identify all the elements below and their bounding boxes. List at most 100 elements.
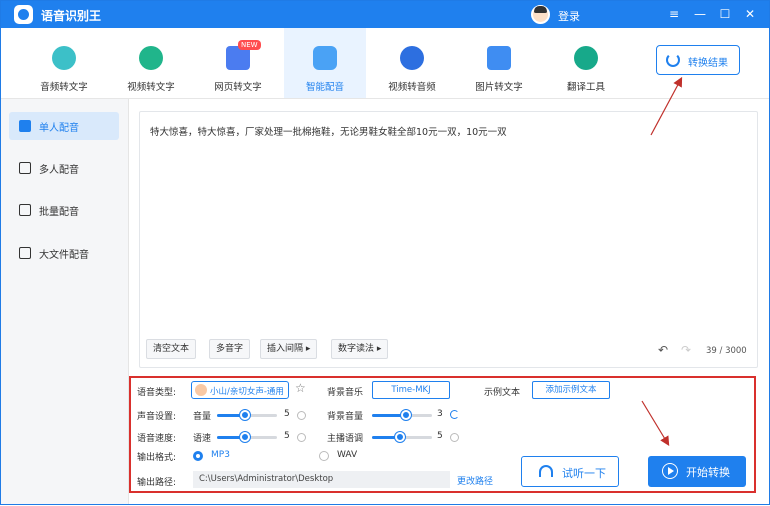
tab-audio-to-text[interactable]: 音频转文字 bbox=[23, 28, 105, 98]
mp3-label: MP3 bbox=[211, 450, 230, 460]
translate-icon bbox=[574, 46, 598, 70]
volume-label: 音量 bbox=[193, 412, 212, 422]
editor-text[interactable]: 特大惊喜，特大惊喜，厂家处理一批棉拖鞋，无论男鞋女鞋全部10元一双，10元一双 bbox=[150, 124, 750, 138]
tone-slider[interactable] bbox=[372, 432, 432, 442]
text-editor[interactable]: 特大惊喜，特大惊喜，厂家处理一批棉拖鞋，无论男鞋女鞋全部10元一双，10元一双 … bbox=[139, 111, 758, 368]
app-title: 语音识别王 bbox=[41, 9, 102, 23]
app-window: 语音识别王 登录 ≡ — ☐ ✕ 音频转文字 视频转文字 NEW 网页转文字 智… bbox=[0, 0, 770, 505]
multi-voice-icon bbox=[19, 162, 31, 174]
close-button[interactable]: ✕ bbox=[740, 4, 760, 24]
microphone-icon bbox=[313, 46, 337, 70]
sidebar-item-large-file[interactable]: 大文件配音 bbox=[9, 239, 119, 267]
bg-volume-value: 3 bbox=[437, 409, 443, 419]
tab-translate[interactable]: 翻译工具 bbox=[545, 28, 627, 98]
rate-slider[interactable] bbox=[217, 432, 277, 442]
sidebar-item-single-voice[interactable]: 单人配音 bbox=[9, 112, 119, 140]
output-path-field[interactable]: C:\Users\Administrator\Desktop bbox=[193, 471, 450, 488]
sidebar: 单人配音 多人配音 批量配音 大文件配音 bbox=[1, 99, 129, 504]
tone-value: 5 bbox=[437, 431, 443, 441]
title-bar: 语音识别王 登录 ≡ — ☐ ✕ bbox=[1, 1, 769, 28]
bg-music-select[interactable]: Time-MKJ bbox=[372, 381, 450, 399]
conversion-results-button[interactable]: 转换结果 bbox=[656, 45, 740, 75]
listen-button-label: 试听一下 bbox=[562, 467, 606, 480]
sidebar-item-multi-voice[interactable]: 多人配音 bbox=[9, 154, 119, 182]
speed-label: 语音速度: bbox=[137, 434, 177, 444]
refresh-icon[interactable] bbox=[450, 410, 459, 419]
tab-label: 翻译工具 bbox=[566, 82, 605, 93]
sidebar-item-label: 单人配音 bbox=[39, 123, 79, 134]
audio-wave-icon bbox=[52, 46, 76, 70]
mp3-radio[interactable] bbox=[193, 451, 203, 461]
rate-value: 5 bbox=[284, 431, 290, 441]
volume-value: 5 bbox=[284, 409, 290, 419]
tab-label: 智能配音 bbox=[305, 82, 344, 93]
sound-settings-label: 声音设置: bbox=[137, 412, 177, 422]
sidebar-item-label: 多人配音 bbox=[39, 165, 79, 176]
tab-label: 视频转文字 bbox=[127, 82, 175, 93]
slider-handle[interactable] bbox=[401, 410, 411, 420]
start-convert-button[interactable]: 开始转换 bbox=[648, 456, 746, 487]
sidebar-item-label: 大文件配音 bbox=[39, 250, 89, 261]
bg-music-label: 背景音乐 bbox=[327, 388, 364, 398]
char-counter: 39 / 3000 bbox=[706, 346, 747, 356]
tab-smart-dubbing[interactable]: 智能配音 bbox=[284, 28, 366, 98]
start-button-label: 开始转换 bbox=[686, 466, 730, 479]
video-audio-icon bbox=[400, 46, 424, 70]
maximize-button[interactable]: ☐ bbox=[715, 4, 735, 24]
tab-video-to-audio[interactable]: 视频转音频 bbox=[371, 28, 453, 98]
wav-radio[interactable] bbox=[319, 451, 329, 461]
clear-text-button[interactable]: 清空文本 bbox=[146, 339, 197, 359]
bg-volume-label: 背景音量 bbox=[327, 412, 364, 422]
login-link[interactable]: 登录 bbox=[558, 8, 580, 24]
bg-volume-slider[interactable] bbox=[372, 410, 432, 420]
redo-icon[interactable]: ↷ bbox=[681, 343, 691, 357]
app-logo-icon bbox=[14, 5, 33, 24]
number-reading-button[interactable]: 数字读法 ▸ bbox=[331, 339, 389, 359]
slider-handle[interactable] bbox=[240, 410, 250, 420]
preview-listen-button[interactable]: 试听一下 bbox=[521, 456, 619, 487]
tab-image-to-text[interactable]: 图片转文字 bbox=[458, 28, 540, 98]
voice-type-label: 语音类型: bbox=[137, 388, 177, 398]
image-icon bbox=[487, 46, 511, 70]
insert-pause-button[interactable]: 插入间隔 ▸ bbox=[260, 339, 318, 359]
tab-label: 网页转文字 bbox=[214, 82, 262, 93]
output-format-label: 输出格式: bbox=[137, 453, 177, 463]
sidebar-item-label: 批量配音 bbox=[39, 207, 79, 218]
voice-settings-panel: 语音类型: 小山/亲切女声-通用 ☆ 背景音乐 Time-MKJ 示例文本 添加… bbox=[129, 376, 756, 493]
voice-avatar bbox=[195, 384, 207, 396]
reset-icon[interactable] bbox=[297, 433, 306, 442]
reset-icon[interactable] bbox=[450, 433, 459, 442]
new-badge: NEW bbox=[238, 40, 261, 50]
minimize-button[interactable]: — bbox=[690, 4, 710, 24]
main-toolbar: 音频转文字 视频转文字 NEW 网页转文字 智能配音 视频转音频 图片转文字 翻… bbox=[1, 28, 769, 99]
favorite-star-icon[interactable]: ☆ bbox=[295, 381, 306, 395]
menu-icon[interactable]: ≡ bbox=[664, 4, 684, 24]
batch-voice-icon bbox=[19, 204, 31, 216]
sample-text-label: 示例文本 bbox=[484, 388, 521, 398]
folder-icon bbox=[19, 247, 31, 259]
slider-handle[interactable] bbox=[240, 432, 250, 442]
tab-label: 音频转文字 bbox=[40, 82, 88, 93]
undo-icon[interactable]: ↶ bbox=[658, 343, 668, 357]
user-avatar[interactable] bbox=[531, 5, 550, 24]
video-play-icon bbox=[139, 46, 163, 70]
reset-icon[interactable] bbox=[297, 411, 306, 420]
tab-label: 图片转文字 bbox=[475, 82, 523, 93]
headphones-icon bbox=[539, 465, 553, 477]
add-sample-text-button[interactable]: 添加示例文本 bbox=[532, 381, 610, 399]
voice-name: 小山/亲切女声-通用 bbox=[210, 387, 284, 397]
change-path-link[interactable]: 更改路径 bbox=[457, 474, 493, 487]
voice-select[interactable]: 小山/亲切女声-通用 bbox=[191, 381, 289, 399]
tab-video-to-text[interactable]: 视频转文字 bbox=[110, 28, 192, 98]
tab-web-to-text[interactable]: NEW 网页转文字 bbox=[197, 28, 279, 98]
play-icon bbox=[662, 463, 678, 479]
polyphone-button[interactable]: 多音字 bbox=[209, 339, 251, 359]
output-path-label: 输出路径: bbox=[137, 478, 177, 488]
slider-handle[interactable] bbox=[395, 432, 405, 442]
single-voice-icon bbox=[19, 120, 31, 132]
rate-label: 语速 bbox=[193, 434, 212, 444]
tab-label: 视频转音频 bbox=[388, 82, 436, 93]
sidebar-item-batch-voice[interactable]: 批量配音 bbox=[9, 196, 119, 224]
refresh-icon bbox=[666, 53, 680, 67]
volume-slider[interactable] bbox=[217, 410, 277, 420]
